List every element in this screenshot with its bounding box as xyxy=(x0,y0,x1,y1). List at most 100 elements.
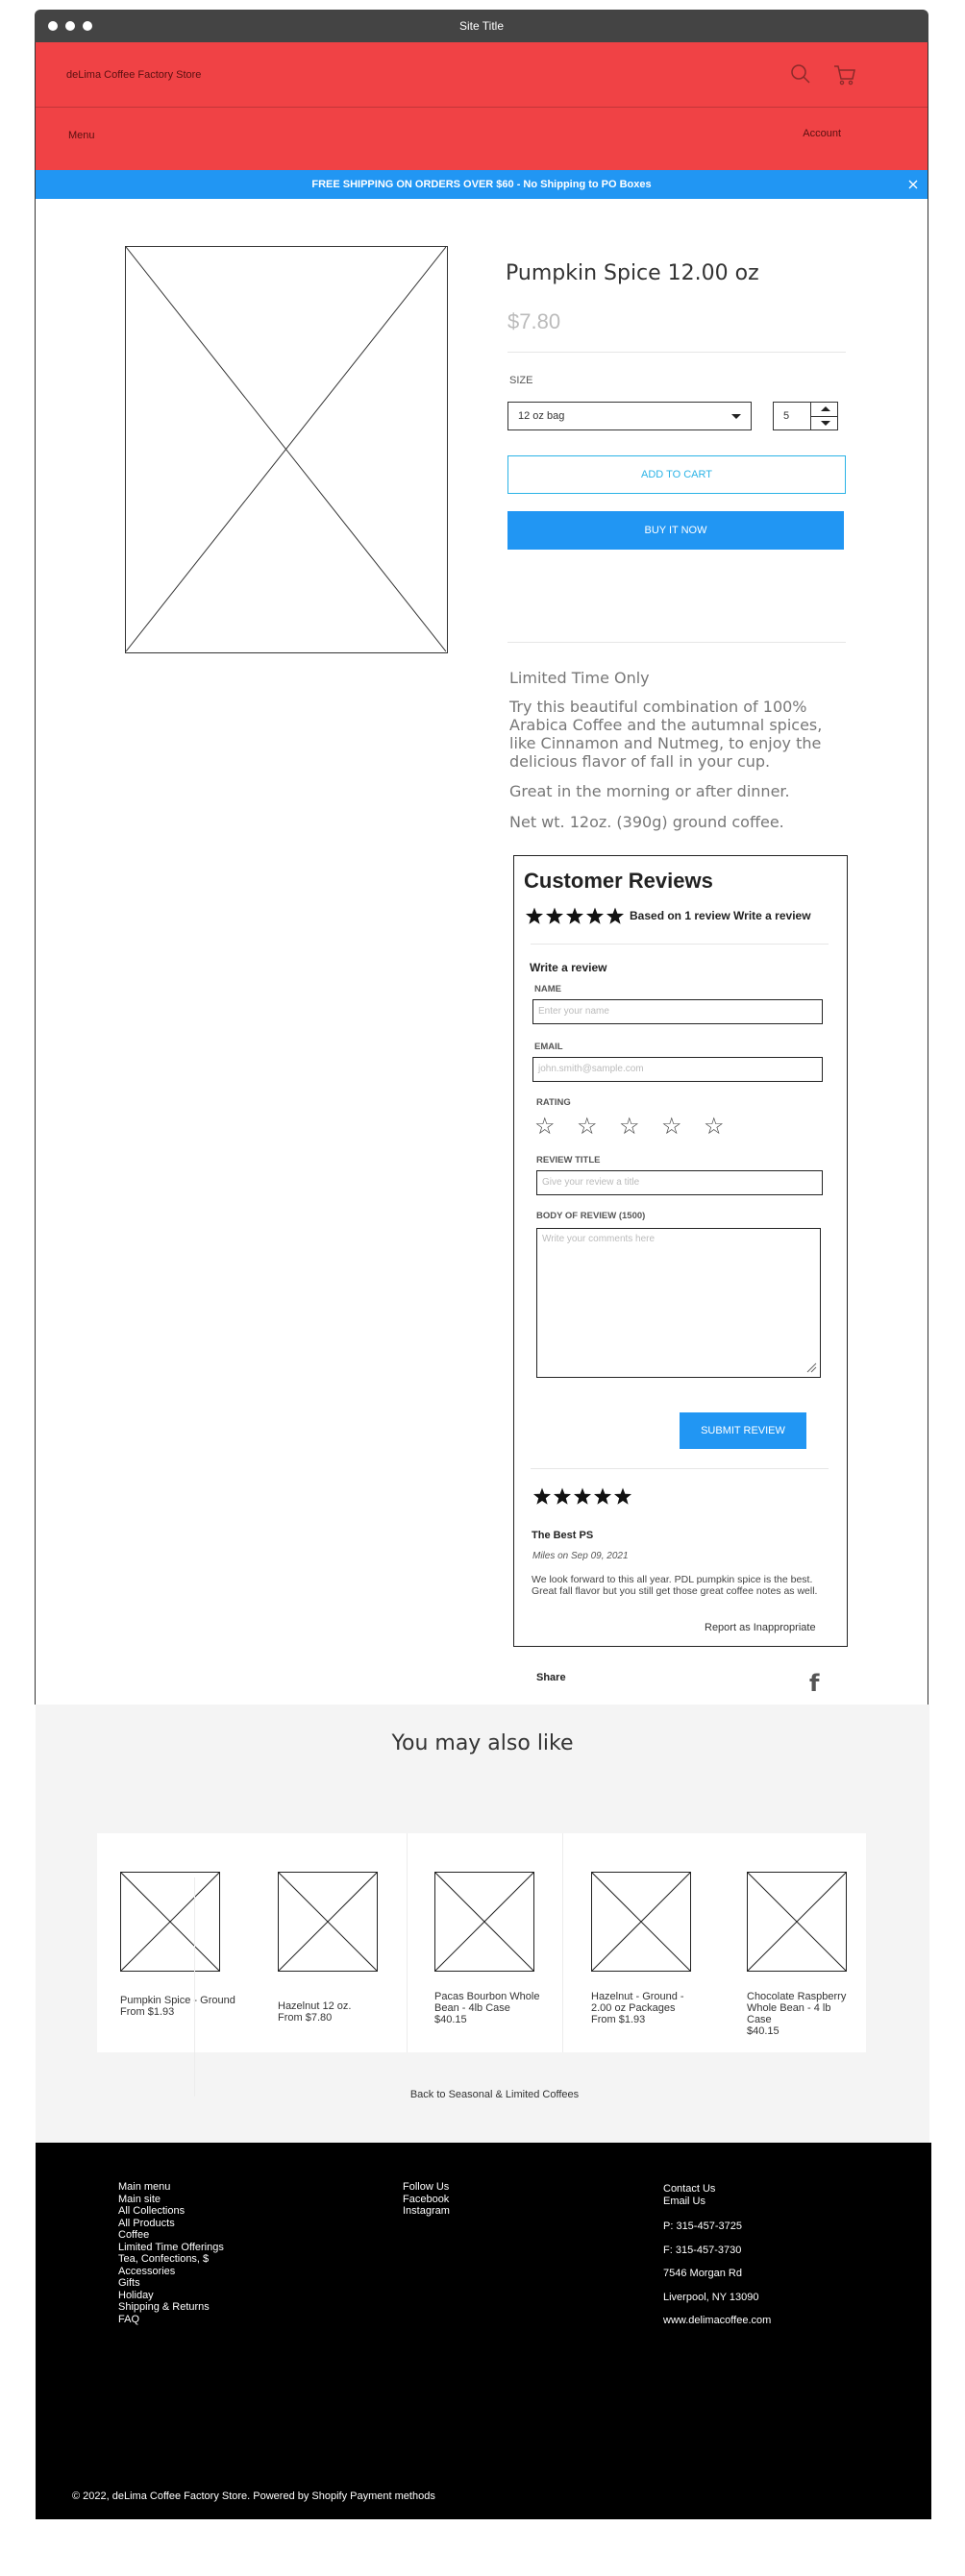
quantity-stepper[interactable]: 5 xyxy=(773,402,838,430)
cart-icon[interactable] xyxy=(833,63,856,91)
reviews-summary[interactable]: Based on 1 review Write a review xyxy=(630,909,811,922)
quantity-spinner xyxy=(810,403,838,429)
footer-link[interactable]: Main site xyxy=(118,2194,224,2206)
card-divider xyxy=(562,1833,563,2052)
average-rating-stars xyxy=(525,907,625,931)
review-title-input[interactable]: Give your review a title xyxy=(536,1170,823,1195)
product-card-image-placeholder xyxy=(120,1872,220,1972)
footer-main-menu: Main menu Main site All Collections All … xyxy=(118,2181,224,2325)
search-icon[interactable] xyxy=(790,63,811,89)
product-price: $7.80 xyxy=(507,309,561,333)
footer-link[interactable]: Shipping & Returns xyxy=(118,2301,224,2314)
summary-divider xyxy=(531,944,829,945)
star-filled-icon xyxy=(606,907,625,924)
rating-label: RATING xyxy=(536,1097,571,1108)
footer-link[interactable]: FAQ xyxy=(118,2314,224,2326)
email-label: EMAIL xyxy=(534,1042,563,1052)
product-title: Pumpkin Spice 12.00 oz xyxy=(506,261,759,285)
footer-phone: P: 315-457-3725 xyxy=(663,2220,742,2232)
product-card-price: $40.15 xyxy=(434,2014,467,2025)
product-card-name: Chocolate Raspberry Whole Bean - 4 lb Ca… xyxy=(747,1991,847,2025)
footer-link[interactable]: Holiday xyxy=(118,2290,224,2302)
product-card-price: From $1.93 xyxy=(591,2014,646,2025)
quantity-value: 5 xyxy=(783,410,790,422)
add-to-cart-button[interactable]: ADD TO CART xyxy=(507,455,846,494)
increment-arrow-icon[interactable] xyxy=(821,406,830,411)
window-titlebar: Site Title xyxy=(35,10,928,42)
product-card-name: Pacas Bourbon Whole Bean - 4lb Case xyxy=(434,1991,540,2014)
star-filled-icon xyxy=(565,907,584,924)
decrement-arrow-icon[interactable] xyxy=(821,421,830,426)
resize-handle-icon[interactable] xyxy=(805,1361,817,1378)
footer-link[interactable]: Contact Us xyxy=(663,2183,771,2196)
header-divider xyxy=(36,107,928,108)
description-body: Try this beautiful combination of 100% A… xyxy=(509,698,823,771)
rating-star-4-icon[interactable]: ☆ xyxy=(661,1113,682,1141)
review-title: The Best PS xyxy=(532,1530,594,1541)
footer-link[interactable]: Tea, Confections, $ xyxy=(118,2253,224,2266)
facebook-icon[interactable]: f xyxy=(809,1670,819,1697)
site-header: deLima Coffee Factory Store Menu Account xyxy=(36,42,928,170)
review-author-date: Miles on Sep 09, 2021 xyxy=(532,1551,629,1561)
submit-review-button[interactable]: SUBMIT REVIEW xyxy=(680,1412,806,1449)
footer-link[interactable]: All Products xyxy=(118,2218,224,2230)
site-footer: Main menu Main site All Collections All … xyxy=(36,2143,931,2519)
related-products-grid: Pumpkin Spice - Ground From $1.93 Hazeln… xyxy=(97,1833,866,2052)
star-filled-icon xyxy=(525,907,544,924)
footer-link[interactable]: Limited Time Offerings xyxy=(118,2242,224,2254)
product-card-name: Pumpkin Spice - Ground xyxy=(120,1995,235,2006)
window-title: Site Title xyxy=(458,19,505,33)
report-inappropriate-link[interactable]: Report as Inappropriate xyxy=(705,1622,816,1633)
product-card-image-placeholder xyxy=(278,1872,378,1972)
footer-link[interactable]: All Collections xyxy=(118,2205,224,2218)
footer-fax: F: 315-457-3730 xyxy=(663,2244,742,2256)
store-name-link[interactable]: deLima Coffee Factory Store xyxy=(66,69,201,81)
footer-link[interactable]: Coffee xyxy=(118,2229,224,2242)
description-heading: Limited Time Only xyxy=(509,669,650,687)
footer-website[interactable]: www.delimacoffee.com xyxy=(663,2315,771,2327)
card-divider xyxy=(407,1833,408,2052)
footer-link[interactable]: Accessories xyxy=(118,2266,224,2278)
menu-link[interactable]: Menu xyxy=(68,130,95,141)
write-review-heading: Write a review xyxy=(530,961,607,974)
back-to-collection-link[interactable]: Back to Seasonal & Limited Coffees xyxy=(36,2089,953,2100)
description-line-3: Net wt. 12oz. (390g) ground coffee. xyxy=(509,813,784,831)
footer-link: Main menu xyxy=(118,2181,171,2193)
rating-input[interactable]: ☆ ☆ ☆ ☆ ☆ xyxy=(534,1113,727,1140)
size-select[interactable]: 12 oz bag xyxy=(507,402,752,430)
review-body-textarea[interactable]: Write your comments here xyxy=(536,1228,821,1378)
product-card[interactable]: Hazelnut - Ground - 2.00 oz Packages Fro… xyxy=(591,1872,706,2025)
product-card-price: $40.15 xyxy=(747,2025,779,2037)
product-card[interactable]: Hazelnut 12 oz. From $7.80 xyxy=(278,1872,412,2024)
review-body: We look forward to this all year. PDL pu… xyxy=(532,1574,818,1597)
product-card[interactable]: Pumpkin Spice - Ground From $1.93 xyxy=(120,1872,255,2018)
rating-star-1-icon[interactable]: ☆ xyxy=(534,1113,556,1141)
product-card-price: From $1.93 xyxy=(120,2006,175,2018)
rating-star-3-icon[interactable]: ☆ xyxy=(619,1113,640,1141)
description-line-2: Great in the morning or after dinner. xyxy=(509,782,790,800)
size-label: SIZE xyxy=(509,375,533,386)
related-products-section: You may also like Pumpkin Spice - Ground… xyxy=(36,1705,929,2143)
product-card-name: Hazelnut - Ground - 2.00 oz Packages xyxy=(591,1991,684,2014)
product-card[interactable]: Pacas Bourbon Whole Bean - 4lb Case $40.… xyxy=(434,1872,554,2025)
product-card-price: From $7.80 xyxy=(278,2012,333,2024)
buy-it-now-button[interactable]: BUY IT NOW xyxy=(507,511,844,550)
footer-link[interactable]: Facebook xyxy=(403,2194,450,2206)
email-input[interactable]: john.smith@sample.com xyxy=(532,1057,823,1082)
footer-link[interactable]: Email Us xyxy=(663,2196,771,2208)
card-divider xyxy=(194,1877,195,2097)
product-card-image-placeholder xyxy=(434,1872,534,1972)
footer-link[interactable]: Instagram xyxy=(403,2205,450,2218)
footer-link[interactable]: Gifts xyxy=(118,2277,224,2290)
product-card-image-placeholder xyxy=(747,1872,847,1972)
close-icon[interactable] xyxy=(899,170,928,199)
product-card[interactable]: Chocolate Raspberry Whole Bean - 4 lb Ca… xyxy=(747,1872,858,2037)
rating-star-2-icon[interactable]: ☆ xyxy=(577,1113,598,1141)
share-label: Share xyxy=(536,1672,566,1683)
account-link[interactable]: Account xyxy=(803,128,841,139)
name-input[interactable]: Enter your name xyxy=(532,999,823,1024)
description-divider xyxy=(507,642,846,643)
rating-star-5-icon[interactable]: ☆ xyxy=(704,1113,725,1141)
shipping-banner: FREE SHIPPING ON ORDERS OVER $60 - No Sh… xyxy=(36,170,928,199)
footer-address-2: Liverpool, NY 13090 xyxy=(663,2291,759,2303)
